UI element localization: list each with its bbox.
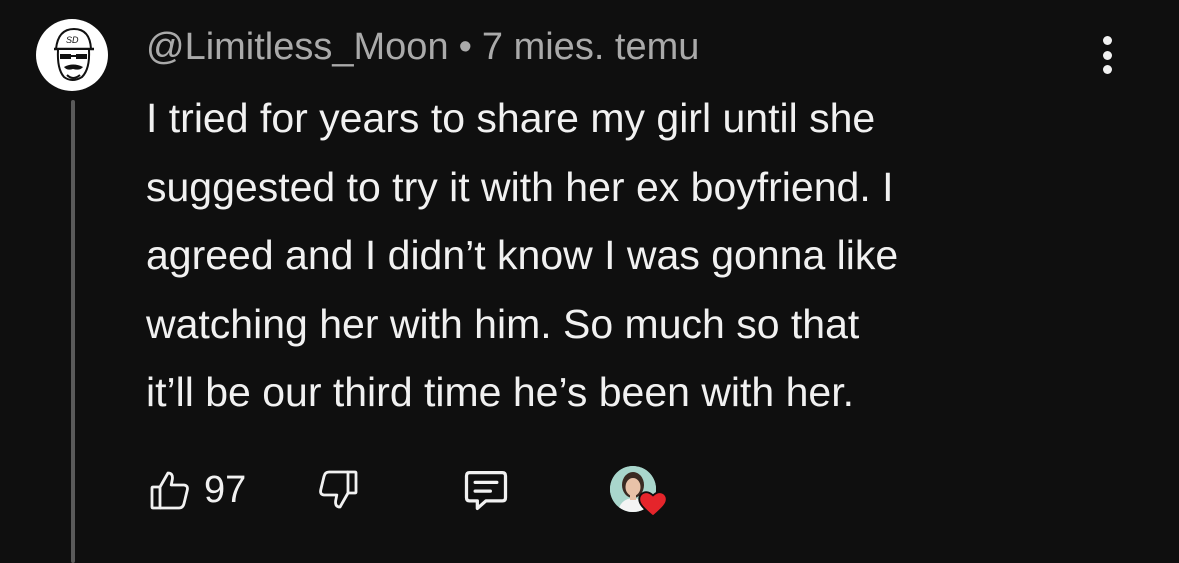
thumbs-down-icon: [319, 470, 358, 509]
comment-line: suggested to try it with her ex boyfrien…: [146, 163, 894, 210]
comment-timestamp[interactable]: 7 mies. temu: [482, 26, 700, 68]
reply-comment-icon: [464, 471, 508, 511]
heart-icon: [638, 491, 668, 518]
more-options-button[interactable]: [1090, 30, 1124, 80]
more-vertical-icon-dot: [1102, 65, 1112, 74]
comment-thread: SD @Limitless_Moon • 7 mies. temu I tried …: [0, 0, 1179, 563]
dislike-button[interactable]: [314, 462, 362, 518]
thumbs-up-icon: [150, 471, 189, 510]
comment-line: agreed and I didn’t know I was gonna lik…: [146, 232, 899, 278]
author-handle[interactable]: @Limitless_Moon: [146, 26, 449, 68]
like-count: 97: [204, 468, 247, 511]
like-button[interactable]: 97: [146, 462, 246, 518]
author-avatar[interactable]: SD: [36, 19, 108, 91]
thread-line: [71, 100, 75, 563]
creator-heart-badge: [610, 466, 670, 518]
svg-text:SD: SD: [66, 35, 79, 45]
author-avatar-drawing: SD: [54, 27, 94, 81]
header-separator: •: [458, 26, 472, 68]
more-vertical-icon-dot: [1102, 50, 1112, 60]
comment-text: I tried for years to share my girl until…: [146, 84, 1136, 427]
reply-button[interactable]: [460, 462, 512, 518]
comment-line: it’ll be our third time he’s been with h…: [146, 369, 855, 415]
comment-header: @Limitless_Moon • 7 mies. temu: [146, 24, 699, 70]
comment-line: watching her with him. So much so that: [146, 300, 860, 347]
comment-line: I tried for years to share my girl until…: [146, 95, 876, 141]
more-vertical-icon: [1102, 36, 1112, 45]
comment-actions: 97: [146, 462, 706, 518]
